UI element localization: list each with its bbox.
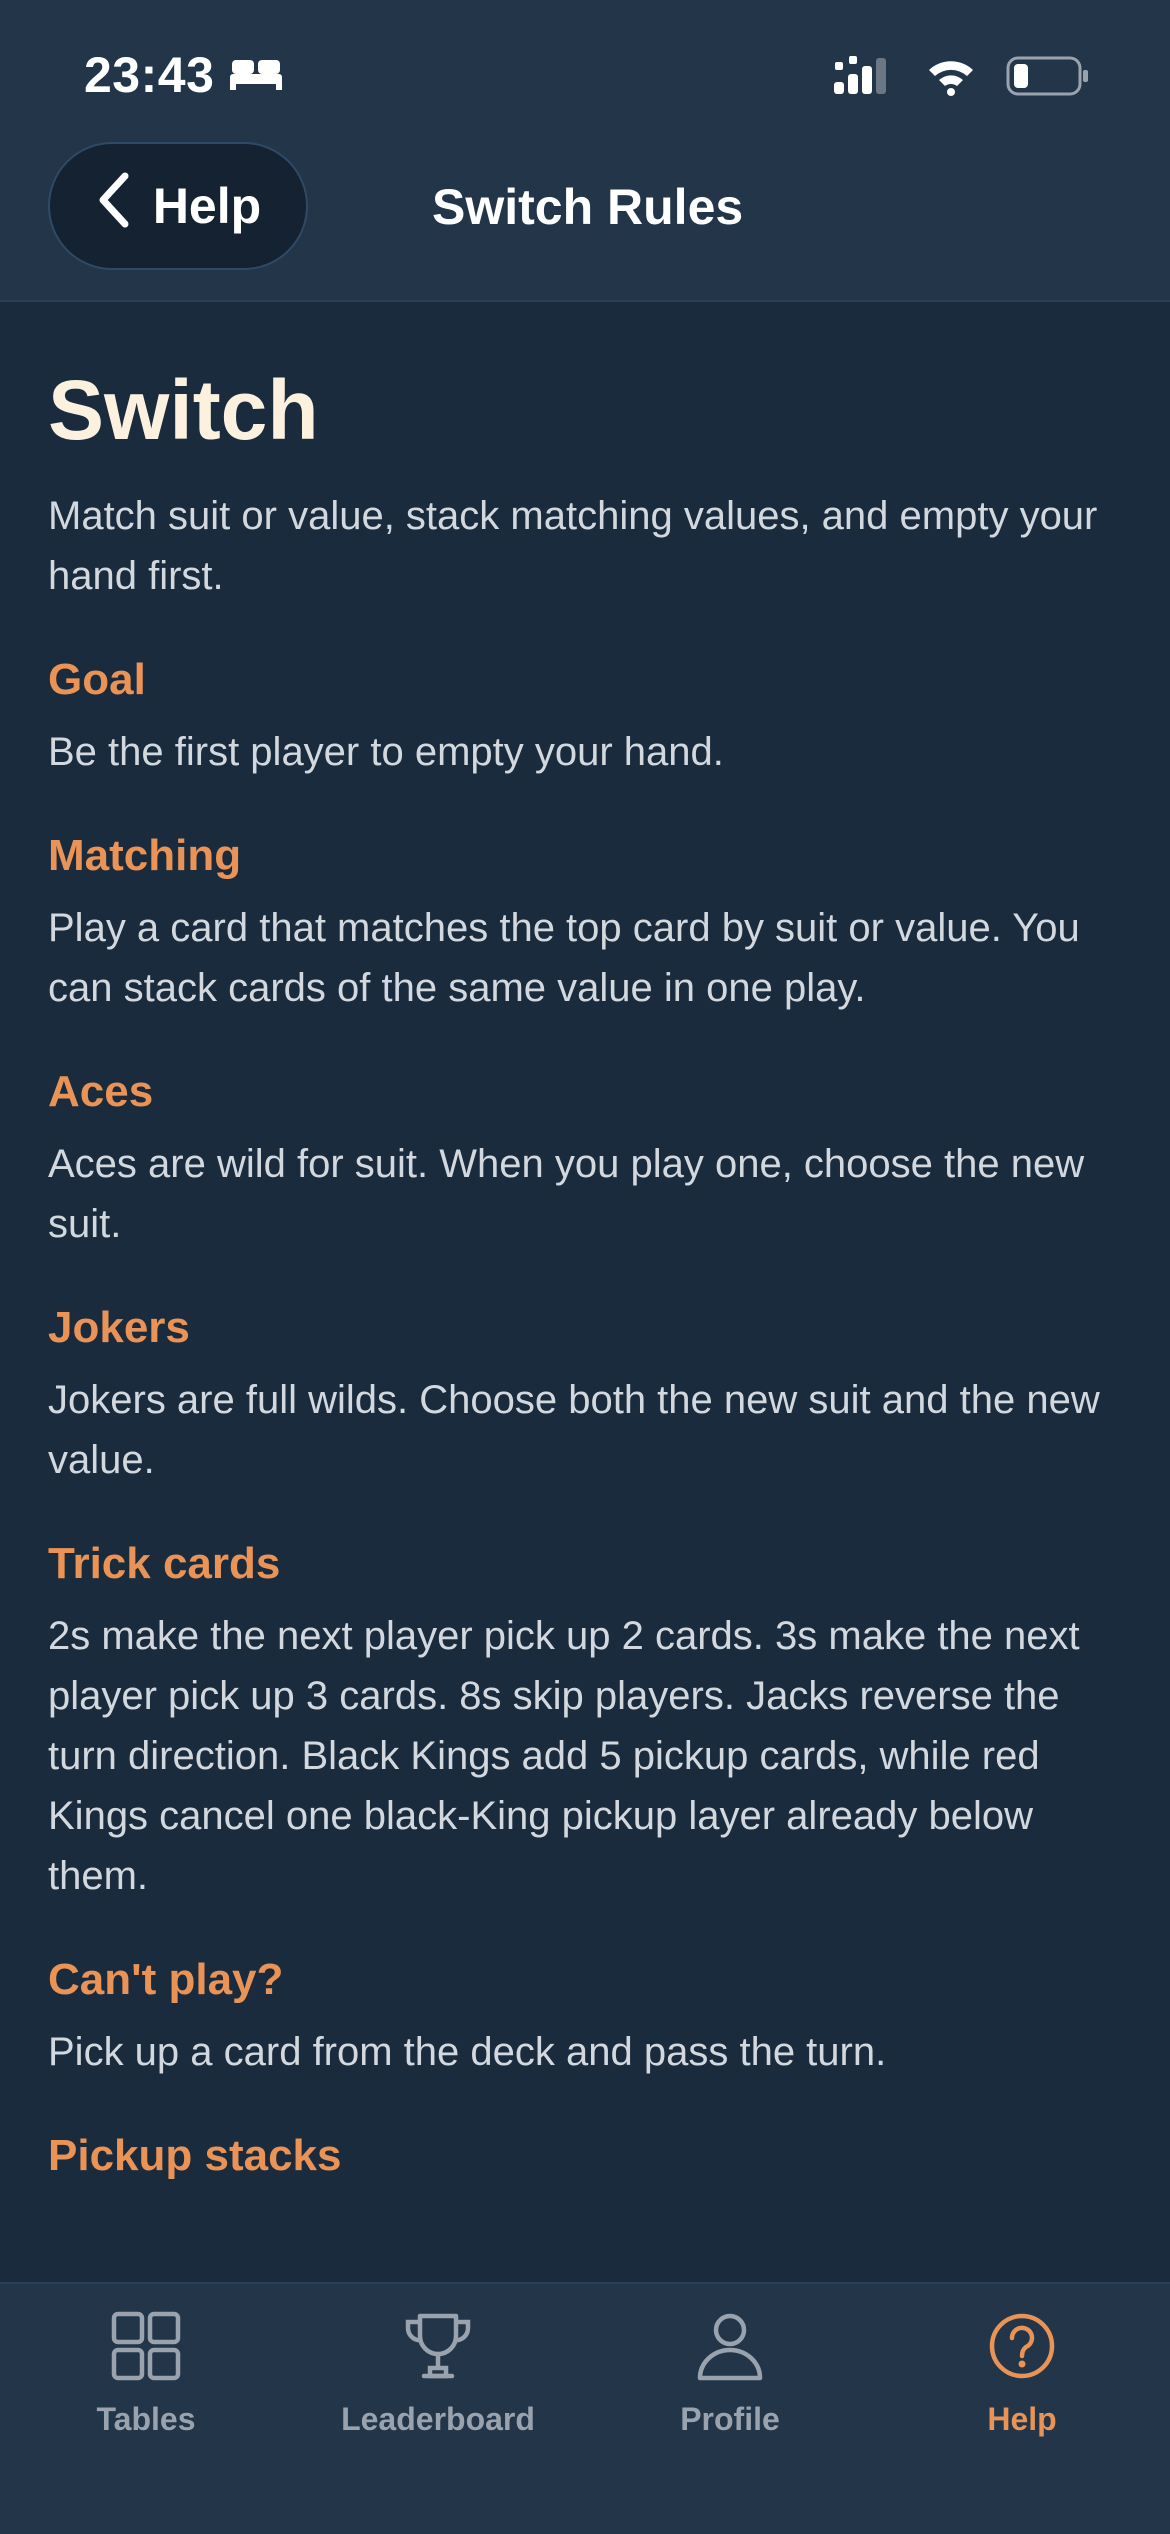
grid-icon	[110, 2304, 182, 2387]
back-button-label: Help	[152, 178, 262, 234]
section-body: Pick up a card from the deck and pass th…	[48, 2030, 887, 2074]
battery-icon	[1006, 56, 1090, 101]
section-matching: Matching Play a card that matches the to…	[48, 826, 1118, 1018]
section-heading: Pickup stacks	[48, 2131, 342, 2180]
section-body: Jokers are full wilds. Choose both the n…	[48, 1378, 1100, 1482]
section-body: Play a card that matches the top card by…	[48, 906, 1080, 1010]
tab-profile[interactable]: Profile	[584, 2304, 876, 2464]
tab-label: Profile	[680, 2401, 780, 2437]
section-pickup-stacks: Pickup stacks	[48, 2126, 1118, 2186]
page-title: Switch	[48, 363, 319, 457]
status-time-text: 23:43	[84, 47, 215, 103]
nav-title: Switch Rules	[432, 179, 744, 235]
top-bar: 23:43 Help Switch Rules	[0, 0, 1170, 302]
page-subtitle: Match suit or value, stack matching valu…	[48, 494, 1098, 598]
question-circle-icon	[986, 2304, 1058, 2387]
tab-label: Tables	[96, 2401, 196, 2437]
section-trick-cards: Trick cards 2s make the next player pick…	[48, 1534, 1118, 1906]
back-button[interactable]: Help	[48, 142, 308, 270]
section-jokers: Jokers Jokers are full wilds. Choose bot…	[48, 1298, 1118, 1490]
section-body: Be the first player to empty your hand.	[48, 730, 724, 774]
section-body: 2s make the next player pick up 2 cards.…	[48, 1614, 1080, 1898]
tab-bar: Tables Leaderboard Profile Help	[0, 2282, 1170, 2534]
tab-label: Help	[987, 2401, 1057, 2437]
section-goal: Goal Be the first player to empty your h…	[48, 650, 1118, 782]
signal-icon	[834, 56, 896, 101]
section-cant-play: Can't play? Pick up a card from the deck…	[48, 1950, 1118, 2082]
rules-content[interactable]: Switch Match suit or value, stack matchi…	[48, 300, 1118, 2282]
section-aces: Aces Aces are wild for suit. When you pl…	[48, 1062, 1118, 1254]
section-heading: Can't play?	[48, 1955, 284, 2004]
section-body: Aces are wild for suit. When you play on…	[48, 1142, 1085, 1246]
section-heading: Trick cards	[48, 1539, 281, 1588]
section-heading: Jokers	[48, 1303, 190, 1352]
trophy-icon	[402, 2304, 474, 2387]
bed-icon	[228, 46, 284, 104]
section-heading: Aces	[48, 1067, 154, 1116]
chevron-left-icon	[95, 170, 131, 242]
tab-leaderboard[interactable]: Leaderboard	[292, 2304, 584, 2464]
section-heading: Matching	[48, 831, 242, 880]
wifi-icon	[926, 56, 976, 101]
tab-label: Leaderboard	[341, 2401, 535, 2437]
status-icons	[834, 56, 1090, 101]
person-icon	[694, 2304, 766, 2387]
status-time: 23:43	[84, 46, 284, 104]
section-heading: Goal	[48, 655, 146, 704]
tab-tables[interactable]: Tables	[0, 2304, 292, 2464]
tab-help[interactable]: Help	[876, 2304, 1168, 2464]
